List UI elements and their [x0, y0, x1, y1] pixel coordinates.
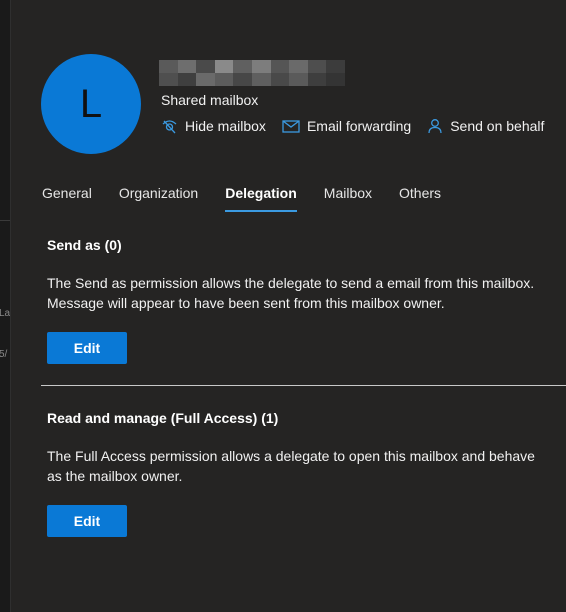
- full-access-title: Read and manage (Full Access) (1): [47, 410, 279, 426]
- full-access-section: Read and manage (Full Access) (1) The Fu…: [47, 410, 566, 537]
- send-as-edit-button[interactable]: Edit: [47, 332, 127, 364]
- person-icon: [427, 118, 443, 134]
- tab-mailbox[interactable]: Mailbox: [324, 183, 372, 211]
- mail-forward-icon: [282, 119, 300, 133]
- mailbox-type-label: Shared mailbox: [161, 92, 259, 108]
- background-pane: La 5/: [0, 0, 10, 612]
- mailbox-details-panel: L Shared mailbox Hide mailbox Email forw…: [10, 0, 566, 612]
- hide-eye-icon: [161, 118, 178, 134]
- tab-general[interactable]: General: [42, 183, 92, 211]
- background-text-fragment: La: [0, 308, 11, 319]
- send-as-title: Send as (0): [47, 237, 122, 253]
- redacted-mailbox-name: [159, 60, 345, 86]
- hide-mailbox-label: Hide mailbox: [185, 118, 266, 134]
- background-text-fragment: 5/: [0, 349, 8, 360]
- email-forwarding-label: Email forwarding: [306, 118, 412, 134]
- full-access-description: The Full Access permission allows a dele…: [47, 448, 535, 484]
- section-divider: [41, 385, 566, 386]
- tab-bar: General Organization Delegation Mailbox …: [42, 183, 468, 212]
- email-forwarding-action[interactable]: Email forwarding: [282, 118, 411, 134]
- background-divider: [0, 220, 10, 221]
- send-on-behalf-action[interactable]: Send on behalf: [427, 118, 544, 134]
- tab-others[interactable]: Others: [399, 183, 441, 211]
- send-as-section: Send as (0) The Send as permission allow…: [47, 237, 566, 364]
- hide-mailbox-action[interactable]: Hide mailbox: [161, 118, 266, 134]
- header-actions: Hide mailbox Email forwarding Send on be…: [161, 118, 544, 134]
- full-access-edit-button[interactable]: Edit: [47, 505, 127, 537]
- avatar-initial: L: [79, 81, 103, 126]
- avatar: L: [41, 54, 141, 154]
- tab-organization[interactable]: Organization: [119, 183, 198, 211]
- send-on-behalf-label: Send on behalf: [450, 118, 545, 134]
- tab-delegation[interactable]: Delegation: [225, 183, 297, 212]
- send-as-description: The Send as permission allows the delega…: [47, 275, 535, 311]
